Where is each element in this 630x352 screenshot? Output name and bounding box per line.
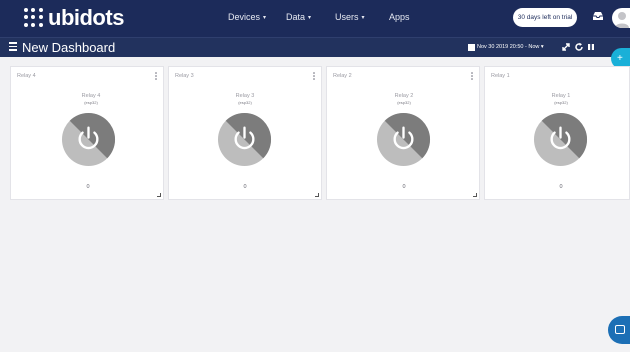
user-avatar[interactable]: [612, 8, 630, 28]
chevron-down-icon: ▾: [540, 44, 544, 50]
chevron-down-icon: ▾: [263, 15, 267, 21]
pause-icon[interactable]: [586, 42, 596, 52]
power-switch[interactable]: [61, 112, 116, 167]
dashboard-title[interactable]: New Dashboard: [22, 39, 115, 56]
logo-icon: [24, 8, 44, 28]
widget-value: 0: [86, 184, 90, 190]
power-switch[interactable]: [533, 112, 588, 167]
ubidots-logo[interactable]: ubidots: [24, 5, 124, 30]
top-navbar: ubidots Devices ▾ Data ▾ Users ▾ Apps 30 da…: [0, 0, 630, 37]
widget-device-name: (esp32): [238, 100, 252, 105]
chevron-down-icon: ▾: [308, 15, 312, 21]
widget-card-relay-2: Relay 2 Relay 2 (esp32) 0: [326, 66, 480, 200]
kebab-menu-icon[interactable]: [313, 72, 316, 82]
widget-variable-name: Relay 3: [235, 93, 255, 99]
widget-value: 0: [402, 184, 406, 190]
card-title: Relay 4: [17, 73, 36, 79]
widget-card-relay-1: Relay 1 Relay 1 (esp32) 0: [484, 66, 630, 200]
widget-variable-name: Relay 4: [81, 93, 101, 99]
refresh-icon[interactable]: [574, 42, 584, 52]
kebab-menu-icon[interactable]: [155, 72, 158, 82]
logo-text: ubidots: [48, 5, 124, 30]
kebab-menu-icon[interactable]: [471, 72, 474, 82]
hamburger-icon[interactable]: [9, 42, 18, 52]
resize-handle-icon[interactable]: [315, 193, 319, 197]
inbox-icon[interactable]: [592, 11, 604, 21]
widget-value: 0: [559, 184, 563, 190]
resize-handle-icon[interactable]: [473, 193, 477, 197]
nav-apps[interactable]: Apps: [389, 12, 410, 22]
power-switch[interactable]: [376, 112, 431, 167]
card-title: Relay 2: [333, 73, 352, 79]
expand-icon[interactable]: [561, 42, 571, 52]
resize-handle-icon[interactable]: [157, 193, 161, 197]
nav-data[interactable]: Data ▾: [286, 12, 311, 22]
dashboard-bar: New Dashboard Nov 30 2019 20:50 - Now ▾: [0, 37, 630, 57]
user-icon: [615, 12, 629, 28]
chat-icon: [615, 325, 625, 334]
widget-device-name: (esp32): [397, 100, 411, 105]
widget-card-relay-4: Relay 4 Relay 4 (esp32) 0: [10, 66, 164, 200]
trial-button[interactable]: 30 days left on trial: [513, 8, 577, 27]
chat-support-button[interactable]: [608, 316, 630, 344]
widget-variable-name: Relay 2: [394, 93, 414, 99]
calendar-icon: [468, 44, 475, 51]
chevron-down-icon: ▾: [361, 15, 365, 21]
nav-devices[interactable]: Devices ▾: [228, 12, 266, 22]
nav-users[interactable]: Users ▾: [335, 12, 365, 22]
power-switch[interactable]: [217, 112, 272, 167]
card-title: Relay 3: [175, 73, 194, 79]
card-title: Relay 1: [491, 73, 510, 79]
date-range-picker[interactable]: Nov 30 2019 20:50 - Now ▾: [477, 43, 544, 52]
widget-device-name: (esp32): [554, 100, 568, 105]
widget-variable-name: Relay 1: [551, 93, 571, 99]
widget-device-name: (esp32): [84, 100, 98, 105]
widget-card-relay-3: Relay 3 Relay 3 (esp32) 0: [168, 66, 322, 200]
widget-value: 0: [243, 184, 247, 190]
